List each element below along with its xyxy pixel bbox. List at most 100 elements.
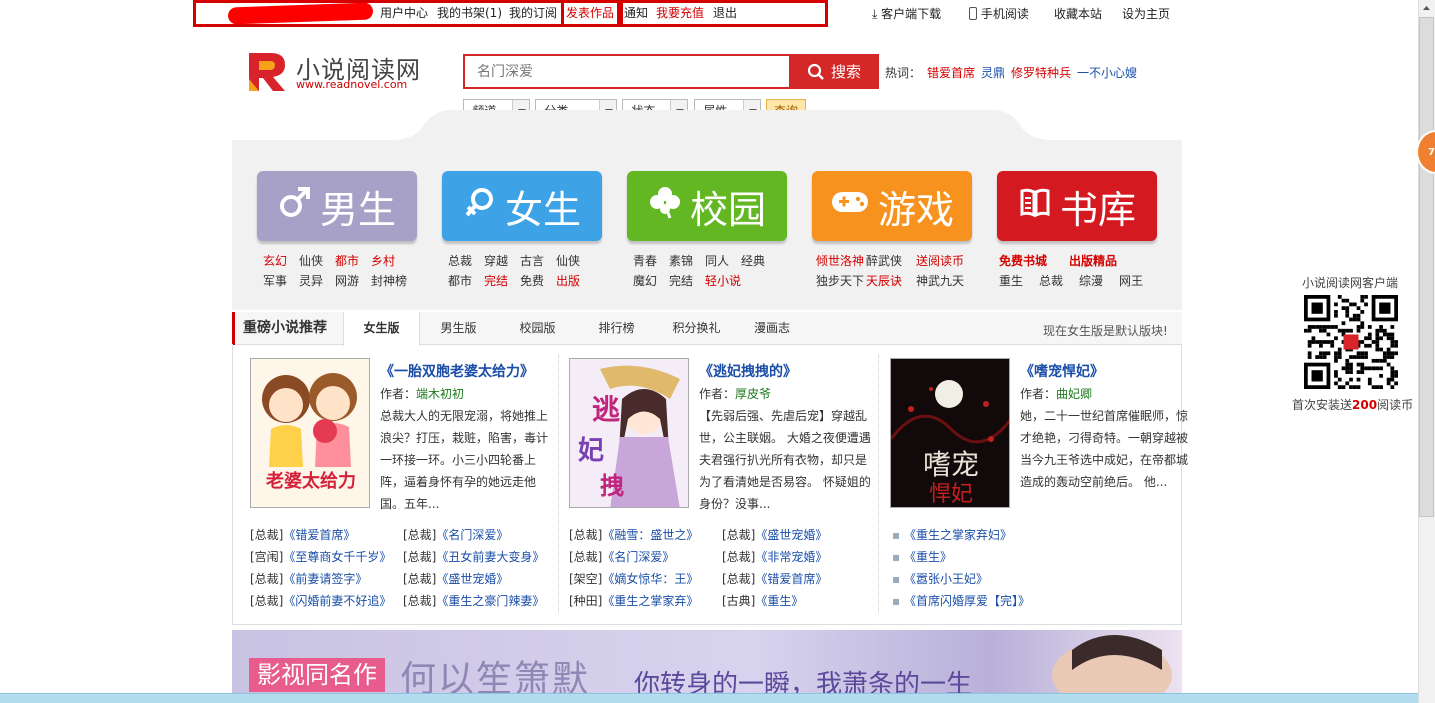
category-sublink[interactable]: 出版 bbox=[556, 272, 580, 289]
list-item[interactable]: [总裁]《融雪：盛世之》 bbox=[569, 526, 698, 543]
list-title[interactable]: 《重生之豪门辣妻》 bbox=[436, 594, 544, 608]
top-link[interactable]: 我要充值 bbox=[656, 4, 704, 21]
tab-5[interactable]: 积分换礼 bbox=[655, 312, 738, 345]
list-title[interactable]: 《嫡女惊华：王》 bbox=[602, 572, 698, 586]
list-title[interactable]: 《闪婚前妻不好追》 bbox=[283, 594, 391, 608]
list-title[interactable]: 《融雪：盛世之》 bbox=[602, 528, 698, 542]
category-sublink[interactable]: 古言 bbox=[520, 252, 544, 269]
category-sublink[interactable]: 综漫 bbox=[1079, 272, 1103, 289]
set-home-link[interactable]: 设为主页 bbox=[1122, 5, 1170, 22]
bookmark-link[interactable]: 收藏本站 bbox=[1054, 5, 1102, 22]
list-item[interactable]: [总裁]《错爱首席》 bbox=[250, 526, 355, 543]
list-item[interactable]: [总裁]《前妻请签字》 bbox=[250, 570, 367, 587]
category-sublink[interactable]: 青春 bbox=[633, 252, 657, 269]
category-sublink[interactable]: 仙侠 bbox=[299, 252, 323, 269]
list-item[interactable]: [种田]《重生之掌家弃》 bbox=[569, 592, 698, 609]
list-item[interactable]: [总裁]《非常宠婚》 bbox=[722, 548, 827, 565]
book-cover[interactable]: 嗜宠 悍妃 bbox=[890, 358, 1010, 508]
category-sublink[interactable]: 完结 bbox=[669, 272, 693, 289]
list-item[interactable]: [总裁]《盛世宠婚》 bbox=[403, 570, 508, 587]
category-sublink[interactable]: 醉武侠 bbox=[866, 252, 902, 269]
list-item[interactable]: [总裁]《名门深爱》 bbox=[569, 548, 674, 565]
list-title[interactable]: 《盛世宠婚》 bbox=[755, 528, 827, 542]
list-title[interactable]: 《错爱首席》 bbox=[755, 572, 827, 586]
list-item[interactable]: ▪ 《嚣张小王妃》 bbox=[892, 570, 988, 587]
list-item[interactable]: [总裁]《名门深爱》 bbox=[403, 526, 508, 543]
list-title[interactable]: 《至尊商女千千岁》 bbox=[283, 550, 391, 564]
search-field[interactable] bbox=[463, 54, 789, 89]
category-button[interactable]: 女生 bbox=[442, 171, 602, 241]
list-item[interactable]: [总裁]《错爱首席》 bbox=[722, 570, 827, 587]
list-title[interactable]: 《错爱首席》 bbox=[283, 528, 355, 542]
list-title[interactable]: 《盛世宠婚》 bbox=[436, 572, 508, 586]
category-sublink[interactable]: 送阅读币 bbox=[916, 252, 964, 269]
book-cover[interactable]: 老婆太给力 bbox=[250, 358, 370, 508]
promo-banner[interactable]: 影视同名作 何以笙箫默 你转身的一瞬，我萧条的一生 bbox=[232, 630, 1182, 693]
list-title[interactable]: 《嚣张小王妃》 bbox=[904, 572, 988, 586]
category-sublink[interactable]: 轻小说 bbox=[705, 272, 741, 289]
top-link[interactable]: 我的书架(1) bbox=[437, 4, 502, 21]
list-title[interactable]: 《名门深爱》 bbox=[602, 550, 674, 564]
category-sublink[interactable]: 出版精品 bbox=[1069, 252, 1117, 269]
category-sublink[interactable]: 都市 bbox=[448, 272, 472, 289]
list-title[interactable]: 《重生之掌家弃妇》 bbox=[904, 528, 1012, 542]
list-item[interactable]: [总裁]《盛世宠婚》 bbox=[722, 526, 827, 543]
category-sublink[interactable]: 免费书城 bbox=[999, 252, 1047, 269]
hot-word-link[interactable]: 修罗特种兵 bbox=[1011, 64, 1071, 81]
category-button[interactable]: 男生 bbox=[257, 171, 417, 241]
list-item[interactable]: [宫闱]《至尊商女千千岁》 bbox=[250, 548, 391, 565]
list-item[interactable]: [总裁]《丑女前妻大变身》 bbox=[403, 548, 544, 565]
list-item[interactable]: [总裁]《闪婚前妻不好追》 bbox=[250, 592, 391, 609]
tab-1[interactable]: 女生版 bbox=[343, 312, 420, 346]
tab-2[interactable]: 男生版 bbox=[420, 312, 497, 345]
hot-word-link[interactable]: 一不小心嫂 bbox=[1077, 64, 1137, 81]
logo-icon[interactable] bbox=[245, 49, 289, 93]
category-sublink[interactable]: 神武九天 bbox=[916, 272, 964, 289]
list-item[interactable]: ▪ 《首席闪婚厚爱【完】》 bbox=[892, 592, 1030, 609]
category-button[interactable]: 校园 bbox=[627, 171, 787, 241]
category-sublink[interactable]: 都市 bbox=[335, 252, 359, 269]
category-sublink[interactable]: 网游 bbox=[335, 272, 359, 289]
category-sublink[interactable]: 灵异 bbox=[299, 272, 323, 289]
list-title[interactable]: 《首席闪婚厚爱【完】》 bbox=[904, 594, 1030, 608]
top-link[interactable]: 退出 bbox=[713, 4, 737, 21]
list-item[interactable]: [总裁]《重生之豪门辣妻》 bbox=[403, 592, 544, 609]
category-sublink[interactable]: 经典 bbox=[741, 252, 765, 269]
category-sublink[interactable]: 仙侠 bbox=[556, 252, 580, 269]
list-title[interactable]: 《前妻请签字》 bbox=[283, 572, 367, 586]
top-link[interactable]: 发表作品 bbox=[566, 4, 614, 21]
tab-6[interactable]: 漫画志 bbox=[738, 312, 806, 345]
list-item[interactable]: ▪ 《重生之掌家弃妇》 bbox=[892, 526, 1012, 543]
category-sublink[interactable]: 穿越 bbox=[484, 252, 508, 269]
category-button[interactable]: 书库 bbox=[997, 171, 1157, 241]
client-download-link[interactable]: ⤓ 客户端下载 bbox=[872, 5, 941, 22]
list-title[interactable]: 《丑女前妻大变身》 bbox=[436, 550, 544, 564]
scrollbar-thumb[interactable] bbox=[1419, 17, 1434, 517]
list-title[interactable]: 《名门深爱》 bbox=[436, 528, 508, 542]
category-sublink[interactable]: 同人 bbox=[705, 252, 729, 269]
book-title[interactable]: 《嗜宠悍妃》 bbox=[1020, 361, 1104, 381]
category-sublink[interactable]: 魔幻 bbox=[633, 272, 657, 289]
category-sublink[interactable]: 重生 bbox=[999, 272, 1023, 289]
category-sublink[interactable]: 倾世洛神 bbox=[816, 252, 864, 269]
mobile-read-link[interactable]: 手机阅读 bbox=[969, 5, 1029, 22]
list-title[interactable]: 《重生》 bbox=[755, 594, 803, 608]
category-sublink[interactable]: 总裁 bbox=[448, 252, 472, 269]
list-item[interactable]: ▪ 《重生》 bbox=[892, 548, 952, 565]
hot-word-link[interactable]: 错爱首席 bbox=[927, 64, 975, 81]
scroll-up-arrow-icon[interactable] bbox=[1419, 0, 1434, 16]
category-sublink[interactable]: 免费 bbox=[520, 272, 544, 289]
category-sublink[interactable]: 独步天下 bbox=[816, 272, 864, 289]
category-sublink[interactable]: 素锦 bbox=[669, 252, 693, 269]
category-sublink[interactable]: 封神榜 bbox=[371, 272, 407, 289]
search-button[interactable]: 搜索 bbox=[789, 54, 879, 89]
book-title[interactable]: 《一胎双胞老婆太给力》 bbox=[380, 361, 534, 381]
top-link[interactable]: 用户中心 bbox=[380, 4, 428, 21]
top-link[interactable]: 我的订阅 bbox=[509, 4, 557, 21]
category-sublink[interactable]: 网王 bbox=[1119, 272, 1143, 289]
category-sublink[interactable]: 玄幻 bbox=[263, 252, 287, 269]
category-sublink[interactable]: 乡村 bbox=[371, 252, 395, 269]
category-sublink[interactable]: 天辰诀 bbox=[866, 272, 902, 289]
top-link[interactable]: 通知 bbox=[624, 4, 648, 21]
search-input[interactable] bbox=[465, 56, 789, 87]
